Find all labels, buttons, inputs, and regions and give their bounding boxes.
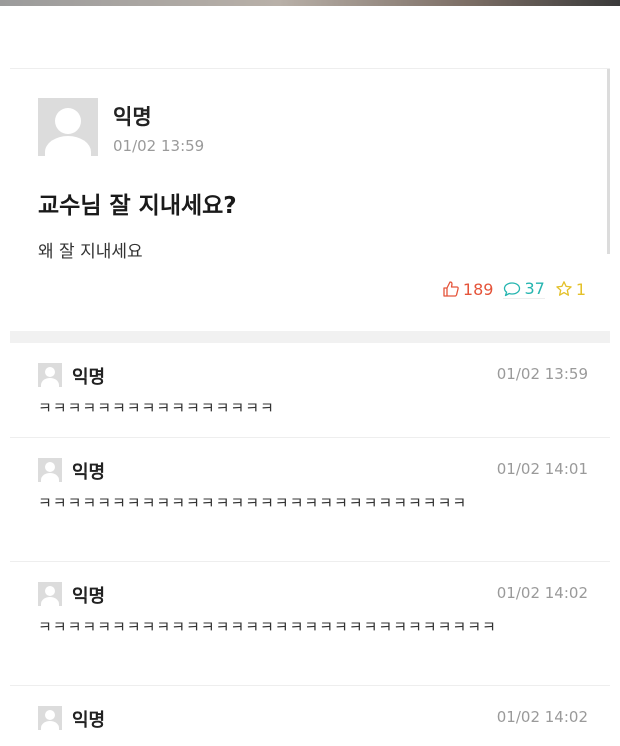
comment-item[interactable]: 익명 01/02 13:59 ㅋㅋㅋㅋㅋㅋㅋㅋㅋㅋㅋㅋㅋㅋㅋㅋ: [10, 343, 610, 438]
avatar-body-shape: [45, 136, 91, 156]
post-title: 교수님 잘 지내세요?: [38, 193, 237, 219]
like-count: 189: [462, 279, 494, 299]
avatar-body-shape: [41, 721, 59, 730]
comment-avatar[interactable]: [38, 363, 62, 387]
comment-item[interactable]: 익명 01/02 14:01 ㅋㅋㅋㅋㅋㅋㅋㅋㅋㅋㅋㅋㅋㅋㅋㅋㅋㅋㅋㅋㅋㅋㅋㅋㅋ…: [10, 438, 610, 562]
comment-avatar[interactable]: [38, 458, 62, 482]
post-date: 01/02 13:59: [113, 137, 205, 155]
comment-text: ㅋㅋㅋㅋㅋㅋㅋㅋㅋㅋㅋㅋㅋㅋㅋㅋㅋㅋㅋㅋㅋㅋㅋㅋㅋㅋㅋㅋㅋ: [38, 494, 468, 512]
post-author: 익명: [113, 105, 152, 129]
comment-author: 익명: [72, 586, 106, 607]
avatar-head-shape: [45, 586, 55, 596]
comment-count: 37: [524, 279, 545, 298]
post-avatar[interactable]: [38, 98, 98, 156]
avatar-body-shape: [41, 597, 59, 606]
comment-author: 익명: [72, 462, 106, 483]
comment-list: 익명 01/02 13:59 ㅋㅋㅋㅋㅋㅋㅋㅋㅋㅋㅋㅋㅋㅋㅋㅋ 익명 01/02…: [10, 343, 610, 746]
post-stats: 189 37 1: [442, 279, 586, 299]
avatar-head-shape: [45, 710, 55, 720]
comment-text: ㅋㅋㅋㅋㅋㅋㅋㅋㅋㅋㅋㅋㅋㅋㅋㅋㅋㅋㅋㅋㅋㅋㅋㅋㅋㅋㅋㅋㅋㅋㅋ: [38, 618, 497, 636]
comment-text: ㅋㅋㅋㅋㅋㅋㅋㅋㅋㅋㅋㅋㅋㅋㅋㅋ: [38, 399, 275, 417]
scrollbar[interactable]: [607, 69, 610, 254]
avatar-body-shape: [41, 378, 59, 387]
post-card: 익명 01/02 13:59 교수님 잘 지내세요? 왜 잘 지내세요 189 …: [10, 68, 610, 330]
comment-time: 01/02 14:01: [496, 460, 588, 478]
section-divider: [10, 331, 610, 343]
avatar-head-shape: [55, 108, 81, 134]
comment-time: 01/02 14:02: [496, 584, 588, 602]
post-body: 왜 잘 지내세요: [38, 242, 143, 262]
comment-time: 01/02 13:59: [496, 365, 588, 383]
avatar-head-shape: [45, 367, 55, 377]
comment-count-button[interactable]: 37: [503, 279, 545, 299]
comment-item[interactable]: 익명 01/02 14:02: [10, 686, 610, 746]
comment-avatar[interactable]: [38, 706, 62, 730]
comment-time: 01/02 14:02: [496, 708, 588, 726]
comment-avatar[interactable]: [38, 582, 62, 606]
scrap-button[interactable]: 1: [555, 280, 586, 299]
avatar-head-shape: [45, 462, 55, 472]
like-button[interactable]: 189: [442, 279, 494, 299]
header-spacer: [0, 6, 620, 66]
speech-bubble-icon: [503, 280, 521, 298]
star-icon: [555, 280, 573, 298]
thumbs-up-icon: [442, 280, 460, 298]
comment-author: 익명: [72, 710, 106, 731]
comment-item[interactable]: 익명 01/02 14:02 ㅋㅋㅋㅋㅋㅋㅋㅋㅋㅋㅋㅋㅋㅋㅋㅋㅋㅋㅋㅋㅋㅋㅋㅋㅋ…: [10, 562, 610, 686]
scrap-count: 1: [575, 279, 586, 299]
comment-author: 익명: [72, 367, 106, 388]
avatar-body-shape: [41, 473, 59, 482]
